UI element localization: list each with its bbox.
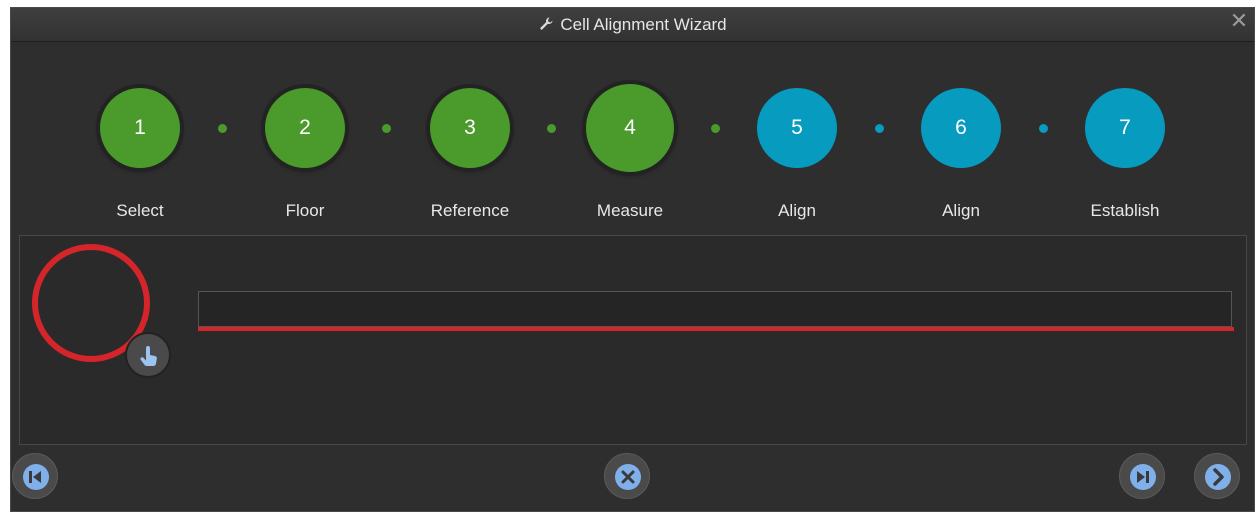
touch-hand-icon (125, 332, 171, 378)
step-5-circle[interactable]: 5 (757, 88, 837, 168)
step-2-label: Floor (285, 201, 325, 220)
measure-panel (19, 235, 1247, 445)
step-connector-dot (218, 124, 227, 133)
step-3-circle[interactable]: 3 (430, 88, 510, 168)
step-1-label: Select (116, 201, 164, 220)
window-title: Cell Alignment Wizard (11, 16, 1254, 34)
first-step-button[interactable] (12, 453, 58, 499)
chevron-right-icon (1205, 464, 1231, 490)
step-2-circle[interactable]: 2 (265, 88, 345, 168)
step-3-label: Reference (430, 201, 510, 220)
step-5-label: Align (778, 201, 816, 220)
progress-underline (198, 327, 1234, 331)
next-button[interactable] (1194, 453, 1240, 499)
progress-bar (198, 291, 1232, 327)
step-connector-dot (382, 124, 391, 133)
step-4-label: Measure (596, 201, 664, 220)
cancel-button[interactable] (604, 453, 650, 499)
step-6-circle[interactable]: 6 (921, 88, 1001, 168)
step-connector-dot (547, 124, 556, 133)
window-title-text: Cell Alignment Wizard (560, 15, 727, 34)
step-connector-dot (1039, 124, 1048, 133)
step-connector-dot (875, 124, 884, 133)
title-bar: Cell Alignment Wizard ✕ (11, 8, 1254, 42)
step-4-circle[interactable]: 4 (586, 84, 674, 172)
play-pause-icon (1130, 464, 1156, 490)
step-connector-dot (711, 124, 720, 133)
skip-step-button[interactable] (1119, 453, 1165, 499)
wizard-window: Cell Alignment Wizard ✕ 1 2 3 4 5 6 7 Se… (10, 7, 1255, 512)
step-7-label: Establish (1090, 201, 1160, 220)
wrench-icon (540, 17, 553, 30)
close-button[interactable]: ✕ (1228, 10, 1250, 32)
cancel-icon (615, 464, 641, 490)
skip-to-start-icon (23, 464, 49, 490)
step-7-circle[interactable]: 7 (1085, 88, 1165, 168)
step-1-circle[interactable]: 1 (100, 88, 180, 168)
step-6-label: Align (942, 201, 980, 220)
